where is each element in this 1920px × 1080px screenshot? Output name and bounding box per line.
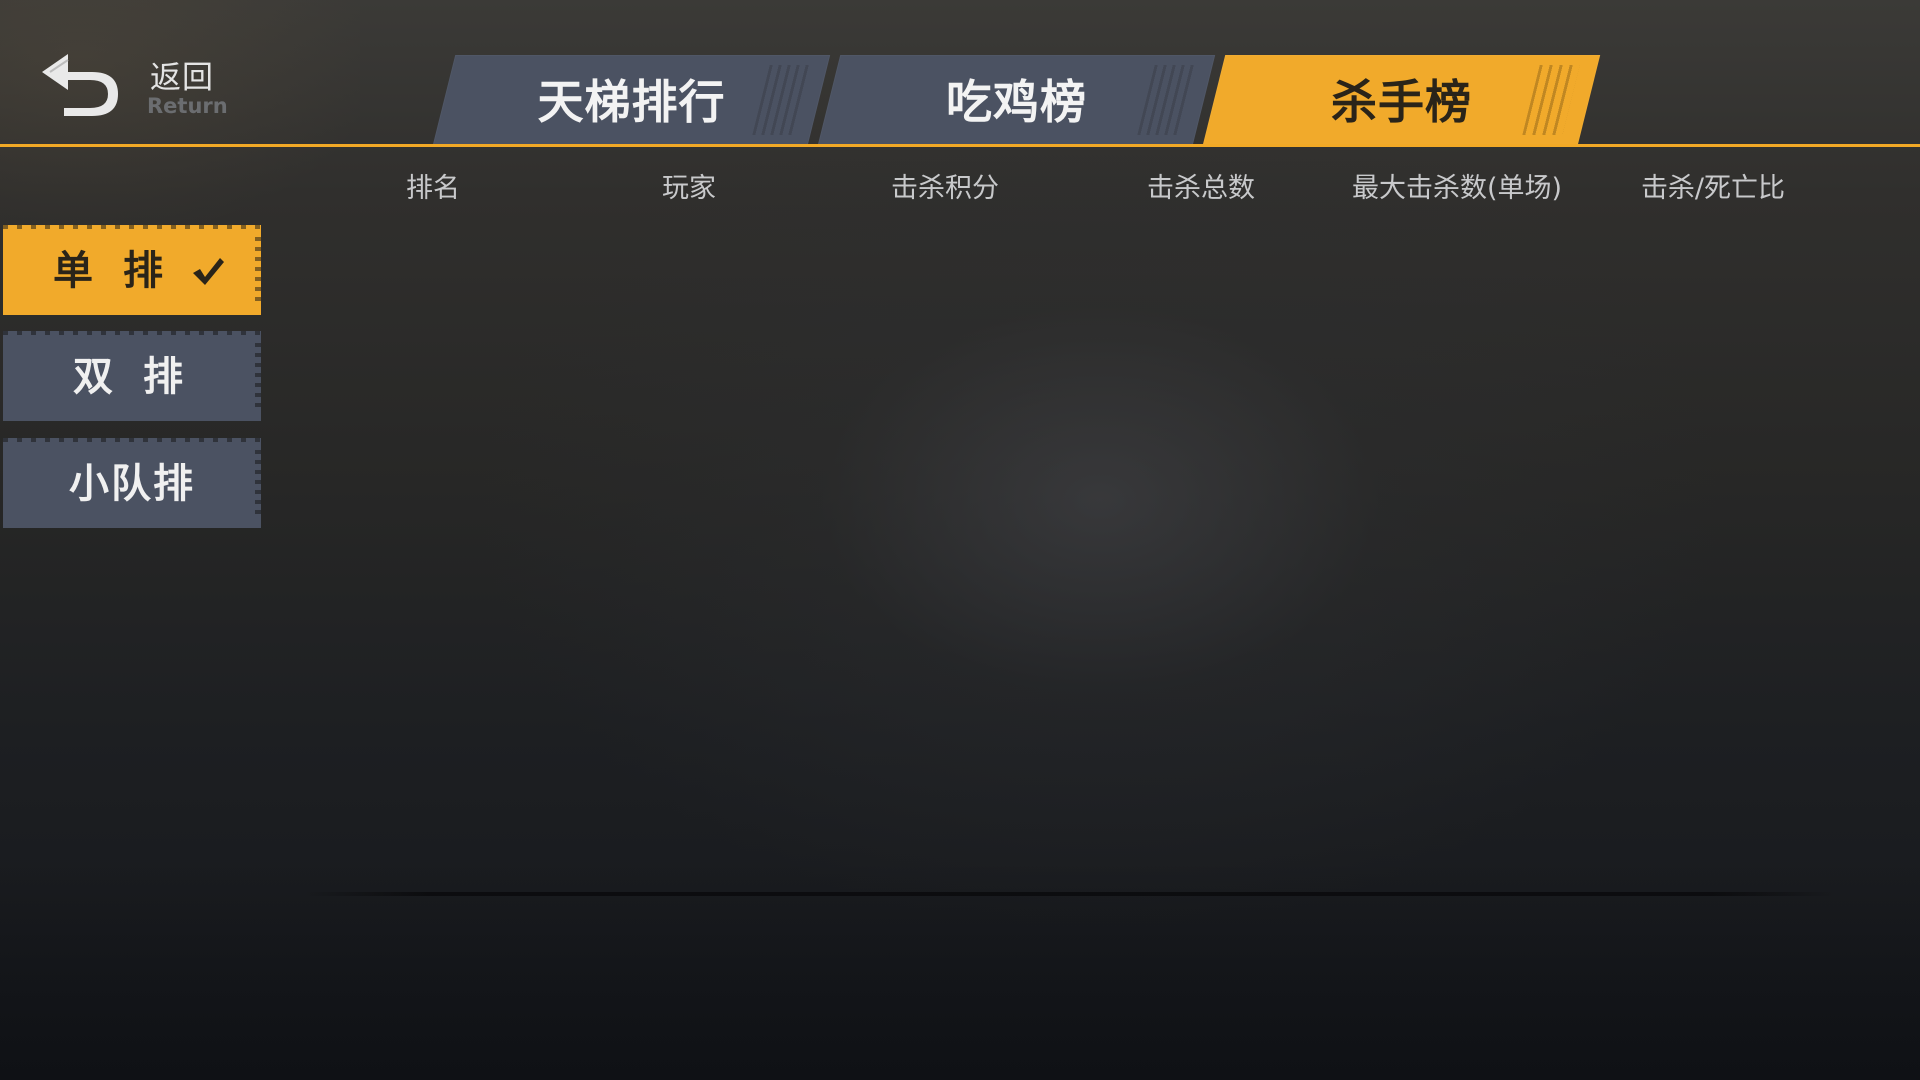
- mode-solo-button[interactable]: 单 排: [3, 225, 261, 315]
- tab-label: 天梯排行: [537, 75, 726, 129]
- header-divider: [0, 144, 1920, 147]
- leaderboard-list[interactable]: [305, 225, 1835, 890]
- column-header-kd-ratio: 击杀/死亡比: [1640, 173, 1786, 204]
- leaderboard-tabs: 天梯排行 吃鸡榜 杀手榜: [0, 55, 1920, 145]
- tab-chicken-dinner[interactable]: 吃鸡榜: [817, 55, 1216, 145]
- check-icon: [193, 258, 224, 285]
- column-header-kill-points: 击杀积分: [891, 173, 999, 204]
- tab-label: 杀手榜: [1331, 75, 1472, 129]
- mode-squad-button[interactable]: 小队排: [3, 438, 261, 528]
- header-bar: 返回 Return 天梯排行 吃鸡榜 杀手榜: [0, 0, 1920, 147]
- mode-label: 双 排: [73, 354, 191, 400]
- column-header-rank: 排名: [406, 173, 460, 204]
- tab-killer-board[interactable]: 杀手榜: [1202, 55, 1601, 145]
- column-header-total-kills: 击杀总数: [1147, 173, 1255, 204]
- table-header: 排名 玩家 击杀积分 击杀总数 最大击杀数(单场) 击杀/死亡比: [305, 166, 1855, 216]
- column-header-player: 玩家: [662, 173, 716, 204]
- column-header-max-kills: 最大击杀数(单场): [1351, 173, 1563, 204]
- mode-duo-button[interactable]: 双 排: [3, 331, 261, 421]
- tab-label: 吃鸡榜: [946, 75, 1087, 129]
- content-divider: [305, 892, 1835, 896]
- leaderboard-screen: 返回 Return 天梯排行 吃鸡榜 杀手榜 排名 玩家 击杀积分 击杀总数 最…: [0, 0, 1920, 1080]
- tab-ladder-ranking[interactable]: 天梯排行: [432, 55, 831, 145]
- mode-label: 小队排: [69, 461, 195, 507]
